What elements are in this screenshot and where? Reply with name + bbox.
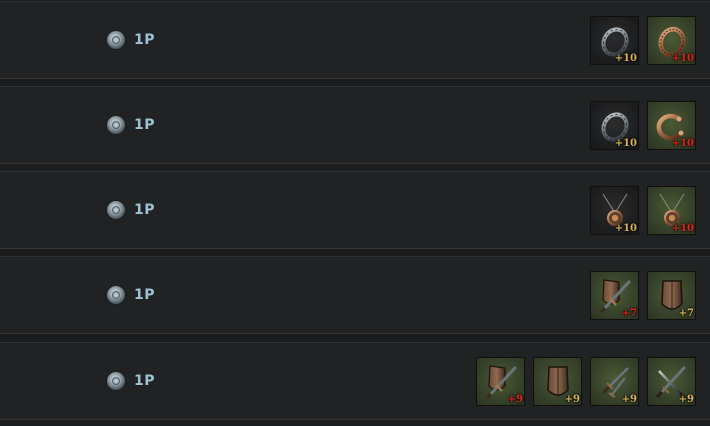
upgrade-row[interactable]: 1P +10 +10 [0,171,710,249]
enhance-level: +10 [671,223,694,234]
enhance-level: +10 [614,223,637,234]
item-slots: +10 +10 [590,101,696,150]
item-slots: +7 +7 [590,271,696,320]
enhance-level: +10 [671,53,694,64]
cost-label: 1P [134,287,156,303]
cost: 1P [107,286,155,304]
cost: 1P [107,116,155,134]
item-slot[interactable]: +9 [533,357,582,406]
cost: 1P [107,31,155,49]
cost-label: 1P [134,202,156,218]
item-slot[interactable]: +9 [647,357,696,406]
silver-coin-icon [107,372,125,390]
item-slot[interactable]: +9 [476,357,525,406]
item-slots: +9 +9 +9 +9 [476,357,696,406]
silver-coin-icon [107,201,125,219]
cost-label: 1P [134,373,156,389]
item-slots: +10 +10 [590,186,696,235]
enhance-level: +9 [678,394,694,405]
item-slot[interactable]: +7 [590,271,639,320]
item-slot[interactable]: +9 [590,357,639,406]
upgrade-row[interactable]: 1P +10 +10 [0,86,710,164]
upgrade-row[interactable]: 1P +9 +9 +9 +9 [0,342,710,420]
cost: 1P [107,201,155,219]
silver-coin-icon [107,31,125,49]
cost: 1P [107,372,155,390]
upgrade-row[interactable]: 1P +7 +7 [0,256,710,334]
item-slot[interactable]: +10 [647,101,696,150]
item-slot[interactable]: +10 [590,16,639,65]
enhance-level: +9 [564,394,580,405]
item-slot[interactable]: +7 [647,271,696,320]
silver-coin-icon [107,286,125,304]
enhance-level: +10 [614,53,637,64]
silver-coin-icon [107,116,125,134]
cost-label: 1P [134,117,156,133]
enhance-level: +9 [507,394,523,405]
enhance-level: +9 [621,394,637,405]
item-slot[interactable]: +10 [647,16,696,65]
upgrade-row[interactable]: 1P +10 +10 [0,1,710,79]
item-slot[interactable]: +10 [590,186,639,235]
item-slots: +10 +10 [590,16,696,65]
item-slot[interactable]: +10 [647,186,696,235]
enhance-level: +10 [614,138,637,149]
enhance-level: +7 [621,308,637,319]
enhance-level: +10 [671,138,694,149]
item-slot[interactable]: +10 [590,101,639,150]
upgrade-list: 1P +10 +10 1P +10 +10 1P +10 +10 1P +7 +7 1P +9 +9 +9 +9 [0,0,710,426]
enhance-level: +7 [678,308,694,319]
cost-label: 1P [134,32,156,48]
